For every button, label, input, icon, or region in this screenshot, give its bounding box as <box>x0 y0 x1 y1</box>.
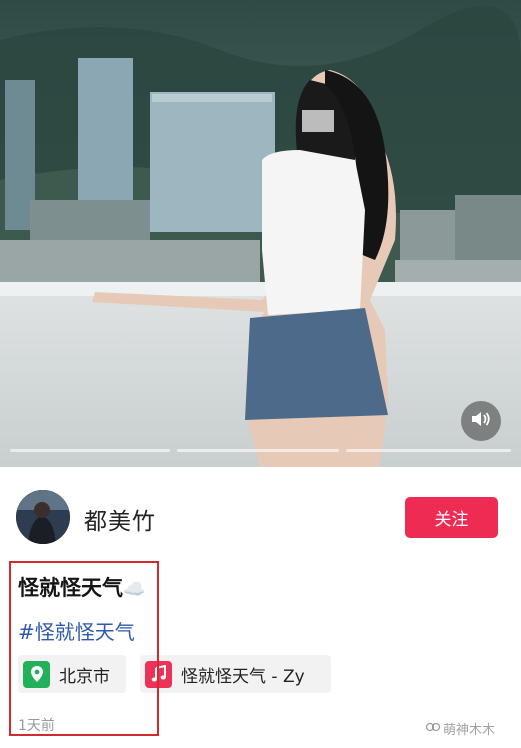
watermark: 萌神木木 <box>425 719 496 738</box>
author-row: 都美竹 关注 <box>0 467 521 562</box>
follow-button[interactable]: 关注 <box>405 497 498 538</box>
watermark-logo-icon <box>425 721 441 737</box>
photo-scene <box>0 0 521 467</box>
progress-segment-3 <box>346 449 511 452</box>
watermark-text: 萌神木木 <box>443 723 496 738</box>
media-progress <box>0 449 521 455</box>
post-title-text: 怪就怪天气 <box>18 576 123 600</box>
progress-segment-2 <box>177 449 339 452</box>
hashtag-link[interactable]: #怪就怪天气 <box>18 616 135 645</box>
music-label: 怪就怪天气 - Zy <box>181 666 305 687</box>
music-chip[interactable]: 怪就怪天气 - Zy <box>140 655 331 693</box>
cloud-emoji: ☁️ <box>123 579 146 600</box>
location-chip[interactable]: 北京市 <box>18 655 126 693</box>
author-name[interactable]: 都美竹 <box>84 502 156 536</box>
avatar[interactable] <box>16 490 70 544</box>
post-title: 怪就怪天气☁️ <box>18 572 145 602</box>
music-note-icon <box>145 660 172 688</box>
progress-segment-1 <box>10 449 170 452</box>
location-label: 北京市 <box>59 666 110 687</box>
speaker-icon <box>471 410 491 432</box>
post-timestamp: 1天前 <box>18 718 55 734</box>
post-media[interactable] <box>0 0 521 467</box>
location-pin-icon <box>23 660 50 688</box>
sound-toggle-button[interactable] <box>461 401 501 441</box>
